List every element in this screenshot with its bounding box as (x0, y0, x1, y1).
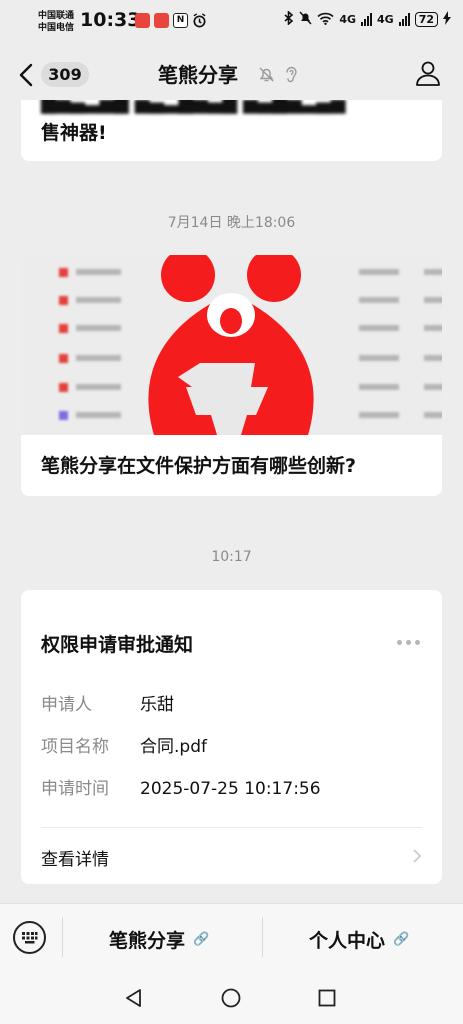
field-value: 合同.pdf (140, 737, 207, 757)
app-notification-icon (154, 13, 169, 28)
status-indicators: 4G 4G 72 (284, 10, 451, 28)
nfc-icon: N (173, 13, 188, 28)
link-icon: 🔗 (193, 932, 210, 947)
network-type-1: 4G (339, 13, 356, 26)
separator (62, 917, 63, 957)
chat-title: 笔熊分享 (158, 63, 238, 87)
mute-icon (258, 66, 275, 87)
field-value: 乐甜 (140, 695, 174, 715)
article-card[interactable]: 笔熊分享在文件保护方面有哪些创新? (21, 255, 442, 496)
back-arrow-icon[interactable] (18, 63, 34, 91)
app-notification-icon (135, 13, 150, 28)
field-label: 项目名称 (41, 737, 109, 757)
notification-title: 权限申请审批通知 (41, 634, 194, 656)
message-timestamp: 7月14日 晚上18:06 (167, 215, 296, 231)
profile-icon[interactable] (415, 60, 441, 90)
bear-logo-icon (148, 255, 314, 435)
divider (41, 827, 422, 828)
chat-header: 309 笔熊分享 (0, 44, 463, 106)
field-label: 申请人 (41, 695, 92, 715)
field-row-project: 项目名称 合同.pdf (41, 732, 207, 757)
signal-icon (361, 13, 372, 26)
article-caption: 售神器! (41, 122, 107, 144)
menu-item-label: 笔熊分享 (109, 930, 186, 952)
menu-item-bixiong-share[interactable]: 笔熊分享 🔗 (109, 926, 209, 953)
article-card[interactable]: ▆▅▄▃▅▆ ▅▄▃▆▅▄▆ ▅▄▆▅▃▄▅ 售神器! (21, 100, 442, 161)
signal-icon (398, 13, 410, 26)
wifi-icon (317, 12, 334, 28)
carrier-labels: 中国联通 中国电信 (38, 10, 74, 34)
menu-item-personal-center[interactable]: 个人中心 🔗 (309, 926, 409, 953)
field-row-time: 申请时间 2025-07-25 10:17:56 (41, 774, 321, 799)
battery-level: 72 (414, 12, 438, 27)
ear-icon (284, 65, 298, 88)
mute-bell-icon (299, 11, 312, 28)
system-navigation-bar (0, 973, 463, 1024)
field-value: 2025-07-25 10:17:56 (140, 779, 321, 799)
clock: 10:33 (80, 9, 141, 31)
nav-back-icon[interactable] (124, 988, 144, 1012)
network-type-2: 4G (377, 13, 394, 26)
field-row-applicant: 申请人 乐甜 (41, 690, 174, 715)
article-banner-image (21, 255, 442, 435)
clipped-article-text: ▆▅▄▃▅▆ ▅▄▃▆▅▄▆ ▅▄▆▅▃▄▅ (41, 100, 346, 114)
field-label: 申请时间 (41, 779, 109, 799)
chevron-right-icon (412, 848, 422, 868)
separator (262, 917, 263, 957)
notification-icons: N (135, 13, 207, 32)
carrier-1: 中国联通 (38, 11, 75, 21)
charging-icon (443, 11, 451, 28)
keyboard-toggle-icon[interactable] (13, 921, 46, 954)
more-options-icon[interactable] (397, 640, 420, 645)
approval-notification-card[interactable]: 权限申请审批通知 申请人 乐甜 项目名称 合同.pdf 申请时间 2025-07-25… (21, 590, 442, 884)
menu-item-label: 个人中心 (309, 930, 386, 952)
nav-home-icon[interactable] (221, 988, 241, 1012)
unread-count-badge[interactable]: 309 (41, 62, 89, 87)
alarm-icon (192, 13, 207, 32)
status-bar: 中国联通 中国电信 10:33 N 4G 4G 72 (0, 0, 463, 44)
bottom-menu-bar: 笔熊分享 🔗 个人中心 🔗 (0, 903, 463, 974)
article-caption: 笔熊分享在文件保护方面有哪些创新? (41, 455, 357, 477)
view-details-link[interactable]: 查看详情 (41, 845, 109, 870)
link-icon: 🔗 (393, 932, 410, 947)
nav-recents-icon[interactable] (318, 989, 336, 1011)
message-timestamp: 10:17 (211, 549, 252, 565)
bluetooth-icon (284, 10, 294, 28)
carrier-2: 中国电信 (38, 23, 75, 33)
